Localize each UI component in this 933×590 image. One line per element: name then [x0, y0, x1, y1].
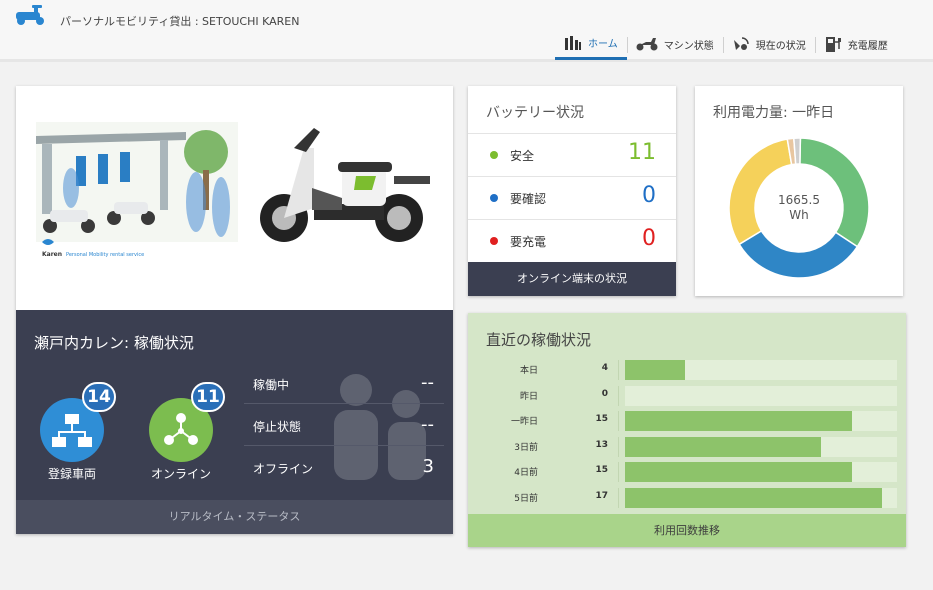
usage-row-tick [618, 360, 619, 380]
usage-row-label: 3日前 [514, 442, 538, 453]
battery-value-safe: 11 [628, 140, 656, 165]
donut-segment [738, 229, 859, 279]
power-value-unit: Wh [789, 208, 809, 222]
battery-row-check: 要確認 0 [468, 176, 676, 219]
status-panel: 瀬戸内カレン: 稼働状況 14 登録車両 11 オンライン 稼働中 -- 停止状… [16, 310, 453, 534]
nav-charge-history-label: 充電履歴 [847, 40, 888, 52]
battery-label-check: 要確認 [510, 192, 547, 206]
usage-row: 昨日 0 [468, 385, 906, 406]
realtime-status-link[interactable]: リアルタイム・ステータス [16, 500, 453, 534]
power-value: 1665.5 Wh [767, 193, 831, 223]
usage-row-label: 一昨日 [510, 417, 538, 427]
usage-bar-track [625, 487, 897, 508]
usage-row: 4日前 15 [468, 462, 906, 482]
usage-row-tick [618, 411, 619, 431]
donut-segment [793, 137, 802, 165]
usage-bar-track [625, 385, 897, 406]
usage-bar-track [625, 411, 897, 431]
charge-dot-icon [490, 237, 498, 245]
usage-row-value: 13 [595, 439, 608, 450]
battery-row-charge: 要充電 0 [468, 219, 676, 262]
app-title: パーソナルモビリティ貸出 : SETOUCHI KAREN [60, 15, 300, 28]
usage-row-value: 0 [601, 388, 608, 399]
usage-row-label: 4日前 [514, 468, 538, 478]
illustration-brand: Karen [42, 251, 62, 258]
bar-chart-icon [565, 35, 581, 50]
usage-row-tick [618, 487, 619, 508]
usage-row: 本日 4 [468, 360, 906, 380]
registered-count-badge: 14 [82, 382, 116, 412]
usage-row-tick [618, 462, 619, 482]
usage-bar [625, 360, 686, 380]
online-count-badge: 11 [191, 382, 225, 412]
stat-row-stopped: 停止状態 -- [244, 404, 444, 446]
usage-title: 直近の稼働状況 [486, 331, 592, 349]
check-dot-icon [490, 194, 498, 202]
usage-trend-link[interactable]: 利用回数推移 [468, 514, 906, 547]
top-header: パーソナルモビリティ貸出 : SETOUCHI KAREN ホーム マシン状態 [0, 0, 933, 62]
usage-row-label: 昨日 [519, 391, 538, 402]
power-title: 利用電力量: 一昨日 [713, 105, 835, 121]
usage-row-tick [618, 436, 619, 457]
stat-label-stopped: 停止状態 [253, 420, 302, 434]
usage-row-value: 15 [595, 414, 608, 424]
usage-bar [625, 436, 822, 457]
usage-bar-track [625, 436, 897, 457]
usage-row-tick [618, 385, 619, 406]
stat-row-offline: オフライン 3 [244, 446, 444, 488]
main-nav: ホーム マシン状態 現在の状況 充電履歴 [555, 28, 897, 60]
recent-usage-card: 直近の稼働状況 本日 4 昨日 0 一昨日 15 3日前 13 4日前 15 5日前 17 利用回数推… [468, 313, 906, 547]
stat-value-offline: 3 [422, 456, 434, 477]
donut-segment [728, 138, 793, 246]
usage-bar-track [625, 462, 897, 482]
nav-current-status[interactable]: 現在の状況 [722, 28, 815, 60]
illustration-tagline: Personal Mobility rental service [66, 252, 144, 258]
registered-label: 登録車両 [47, 467, 96, 481]
battery-title: バッテリー状況 [486, 105, 584, 121]
stat-value-active: -- [421, 372, 434, 393]
usage-row-value: 15 [595, 465, 608, 475]
battery-row-safe: 安全 11 [468, 133, 676, 176]
usage-bar-track [625, 360, 897, 380]
nav-machine-status[interactable]: マシン状態 [626, 28, 723, 60]
scooter-icon [636, 38, 658, 51]
usage-bar [625, 487, 882, 508]
stat-label-offline: オフライン [253, 462, 314, 476]
battery-value-check: 0 [642, 183, 656, 208]
battery-status-card: バッテリー状況 安全 11 要確認 0 要充電 0 オンライン端末の状況 [468, 86, 676, 296]
scooter-logo-icon[interactable] [14, 4, 52, 26]
stat-row-active: 稼働中 -- [244, 362, 444, 404]
battery-label-safe: 安全 [510, 149, 535, 163]
usage-row: 一昨日 15 [468, 411, 906, 431]
scooter-photo [260, 128, 430, 242]
safe-dot-icon [490, 151, 498, 159]
online-devices-link[interactable]: オンライン端末の状況 [468, 262, 676, 296]
usage-row: 3日前 13 [468, 436, 906, 457]
usage-row-label: 本日 [519, 366, 538, 376]
stat-value-stopped: -- [421, 414, 434, 435]
usage-row: 5日前 17 [468, 487, 906, 508]
charging-station-icon [825, 37, 841, 52]
nav-charge-history[interactable]: 充電履歴 [814, 28, 897, 60]
nav-current-status-label: 現在の状況 [755, 40, 806, 52]
usage-row-label: 5日前 [514, 493, 538, 504]
overview-title: 瀬戸内カレン: 稼働状況 [34, 334, 194, 352]
power-usage-card: 利用電力量: 一昨日 1665.5 Wh [695, 86, 903, 296]
usage-bar [625, 462, 852, 482]
battery-value-charge: 0 [642, 226, 656, 251]
usage-row-value: 4 [601, 363, 608, 373]
overview-card: Karen Personal Mobility rental service 瀬… [16, 86, 453, 534]
stat-label-active: 稼働中 [253, 378, 290, 392]
nav-machine-status-label: マシン状態 [663, 40, 714, 52]
satellite-icon [733, 37, 749, 50]
usage-row-value: 17 [595, 490, 608, 501]
rental-station-illustration: Karen Personal Mobility rental service [36, 122, 238, 264]
power-value-number: 1665.5 [778, 193, 820, 207]
usage-bar [625, 411, 852, 431]
nav-home[interactable]: ホーム [555, 28, 627, 60]
battery-label-charge: 要充電 [510, 235, 547, 249]
online-label: オンライン [150, 467, 211, 481]
nav-home-label: ホーム [588, 39, 618, 50]
